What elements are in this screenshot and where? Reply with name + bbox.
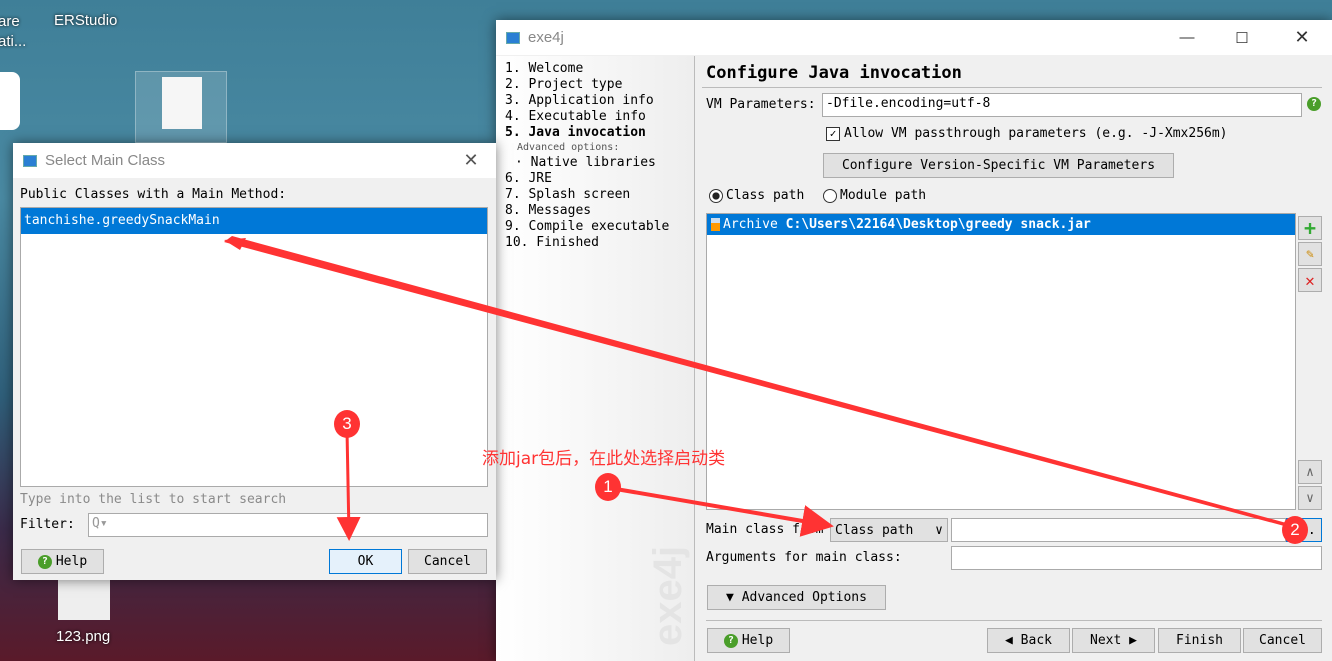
arrow-2-head <box>224 238 246 250</box>
arrow-1 <box>609 486 834 537</box>
marker-2: 2 <box>1282 516 1308 544</box>
annotation-note: 添加jar包后，在此处选择启动类 <box>482 449 726 469</box>
marker-3: 3 <box>334 410 360 438</box>
arrow-3 <box>336 429 361 541</box>
annotation-arrows <box>224 236 1290 541</box>
marker-1: 1 <box>595 473 621 501</box>
arrow-2 <box>224 236 1290 527</box>
